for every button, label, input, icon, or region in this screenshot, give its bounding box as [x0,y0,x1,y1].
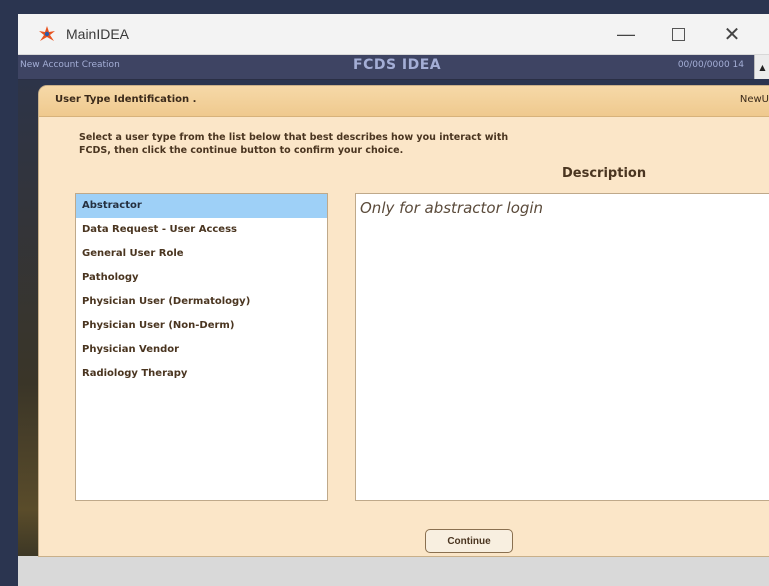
description-box: Only for abstractor login [355,193,769,501]
bottom-band [18,556,769,586]
user-type-list[interactable]: Abstractor Data Request - User Access Ge… [75,193,328,501]
minimize-button[interactable]: — [603,14,649,54]
page-breadcrumb: New Account Creation [20,60,120,70]
dialog-header: User Type Identification . NewU [39,86,769,117]
app-header: New Account Creation FCDS IDEA 00/00/000… [18,55,754,80]
list-item-data-request[interactable]: Data Request - User Access [76,218,327,242]
background-strip [18,80,40,586]
list-item-physician-non-derm[interactable]: Physician User (Non-Derm) [76,314,327,338]
app-logo-icon [39,26,55,41]
dialog-title: User Type Identification . [55,94,197,105]
scroll-up-button[interactable]: ▲ [754,55,769,79]
instructions-text: Select a user type from the list below t… [79,132,509,156]
list-item-physician-vendor[interactable]: Physician Vendor [76,338,327,362]
window-title: MainIDEA [66,26,130,42]
triangle-up-icon: ▲ [759,62,766,72]
close-icon: ✕ [723,23,741,46]
minimize-icon: — [617,23,635,44]
dialog-header-right-text: NewU [739,94,769,105]
list-item-physician-dermatology[interactable]: Physician User (Dermatology) [76,290,327,314]
description-text: Only for abstractor login [360,199,544,217]
continue-button[interactable]: Continue [425,529,513,553]
list-item-general-user-role[interactable]: General User Role [76,242,327,266]
list-item-pathology[interactable]: Pathology [76,266,327,290]
maximize-icon [671,27,685,41]
list-item-radiology-therapy[interactable]: Radiology Therapy [76,362,327,386]
close-button[interactable]: ✕ [709,14,755,54]
window-titlebar: MainIDEA — ✕ [18,14,769,55]
user-type-dialog: User Type Identification . NewU Select a… [39,86,769,556]
app-name: FCDS IDEA [353,57,442,73]
header-date: 00/00/0000 14 [677,60,744,70]
maximize-button[interactable] [655,14,701,54]
list-item-abstractor[interactable]: Abstractor [76,194,327,218]
description-heading: Description [562,166,647,181]
